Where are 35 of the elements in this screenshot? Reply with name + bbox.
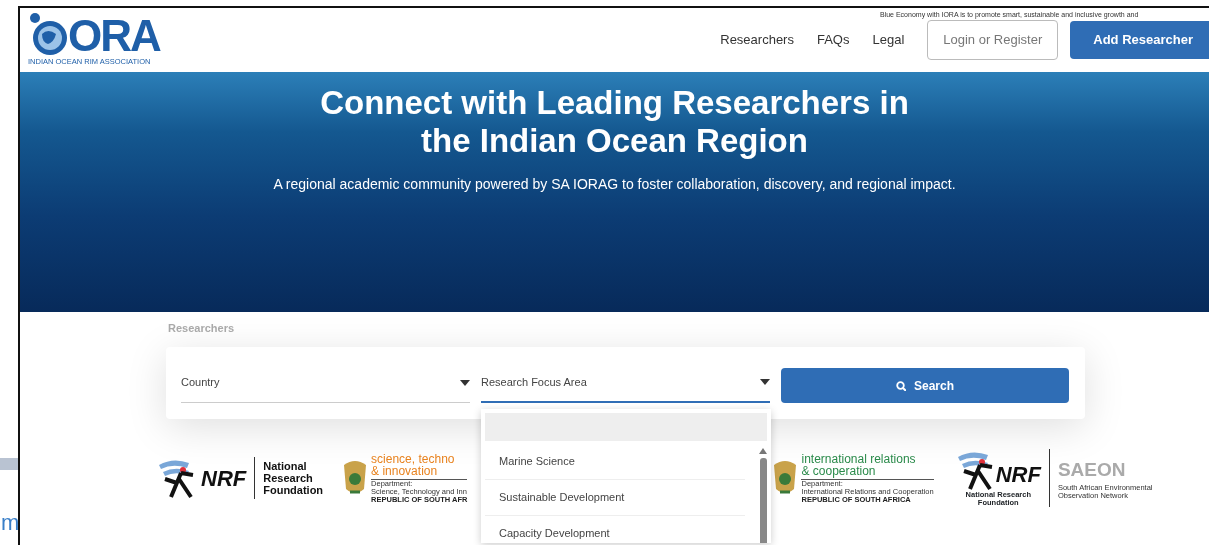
background-page-bar — [0, 458, 18, 470]
section-label: Researchers — [168, 321, 235, 336]
search-button[interactable]: Search — [781, 368, 1069, 403]
logo-text: science, techno — [371, 452, 456, 465]
nav-link[interactable]: FAQs — [816, 30, 850, 50]
dropdown-option[interactable]: Sustainable Development — [485, 480, 745, 516]
search-icon — [896, 380, 906, 391]
coat-of-arms-icon — [343, 461, 368, 495]
dropdown-option[interactable]: Marine Science — [485, 444, 745, 480]
nav-link[interactable]: Legal — [872, 30, 905, 50]
logo-text: & innovation — [371, 464, 439, 477]
login-register-button[interactable]: Login or Register — [927, 20, 1059, 60]
caret-icon — [460, 379, 470, 386]
hero-title: Connect with Leading Researchers in — [319, 84, 910, 122]
hero-subtitle: A regional academic community powered by SA IORAG to foster collaboration, discovery, and regional impact. — [272, 175, 957, 194]
logo-text: SAEON — [1057, 457, 1127, 482]
scroll-up-icon — [759, 448, 767, 454]
logo-text: & cooperation — [801, 464, 877, 477]
logo-text: Foundation — [263, 484, 324, 496]
caret-icon — [760, 379, 770, 385]
logo-text: NRF — [995, 461, 1041, 489]
hero-title: the Indian Ocean Region — [420, 122, 809, 160]
coat-of-arms-icon — [773, 461, 798, 495]
logo-text: National — [263, 460, 308, 472]
logo-text: Research — [263, 472, 314, 484]
nav-link[interactable]: Researchers — [720, 30, 794, 50]
logo-text: international relations — [801, 452, 917, 465]
dropdown-option[interactable]: Capacity Development — [485, 516, 745, 543]
globe-logo-icon — [28, 12, 68, 57]
country-select[interactable]: Country — [181, 363, 470, 403]
logo-text: ORA — [68, 16, 160, 57]
add-researcher-button[interactable]: Add Researcher — [1070, 21, 1209, 59]
scrollbar-thumb[interactable] — [759, 458, 767, 543]
logo-text: NRF — [201, 464, 247, 493]
background-page-text: m — [1, 510, 18, 536]
